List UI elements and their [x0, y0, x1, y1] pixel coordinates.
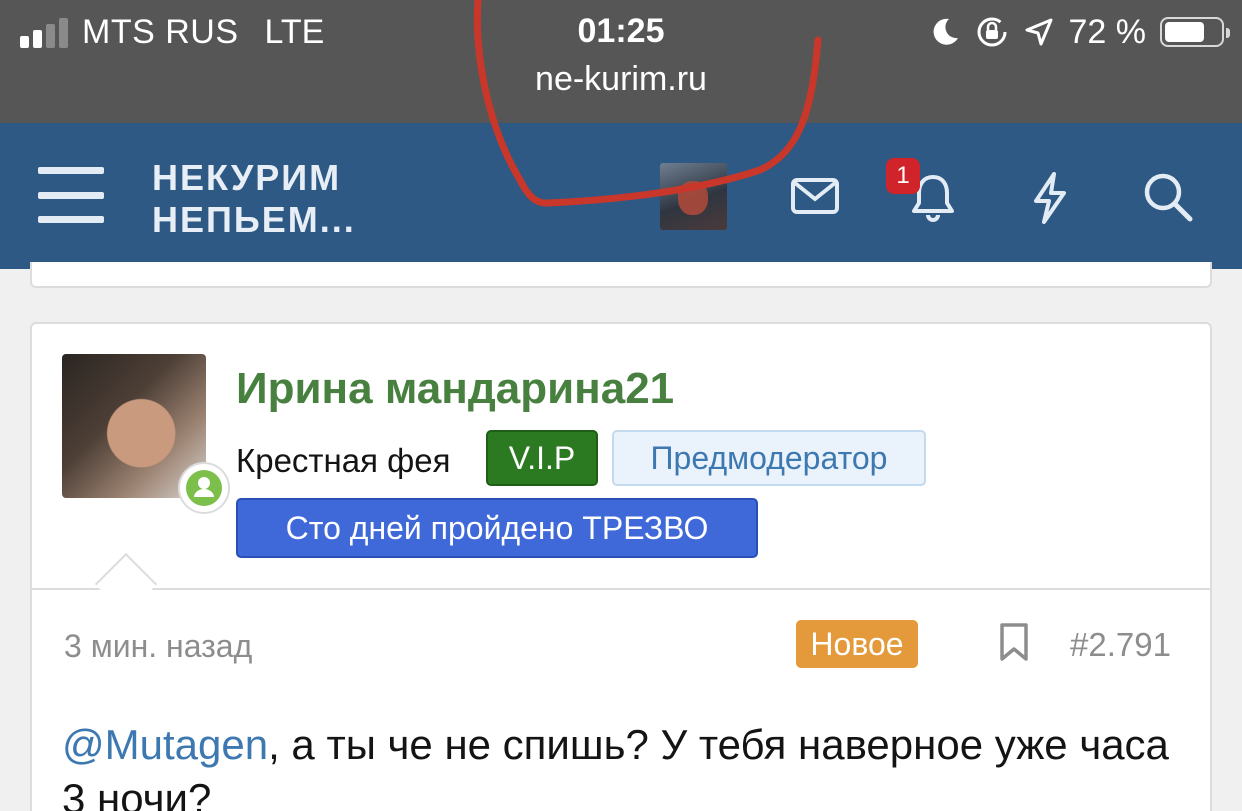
- user-title: Крестная фея: [236, 442, 451, 479]
- user-icon: [186, 470, 222, 506]
- sober-banner: Сто дней пройдено ТРЕЗВО: [236, 498, 758, 558]
- site-header: НЕКУРИМ НЕПЬЕМ...: [0, 123, 1242, 269]
- new-post-badge: Новое: [796, 620, 918, 668]
- hamburger-icon[interactable]: [38, 167, 104, 223]
- search-icon[interactable]: [1142, 171, 1194, 223]
- location-arrow-icon: [1025, 18, 1052, 46]
- moon-icon: [933, 18, 958, 45]
- battery-icon: [1160, 17, 1230, 47]
- address-url[interactable]: ne-kurim.ru: [0, 60, 1242, 99]
- online-status-indicator: [178, 462, 230, 514]
- post-meta: 3 мин. назад Новое #2.791: [32, 590, 1210, 702]
- lightning-icon[interactable]: [1026, 171, 1074, 225]
- vip-banner: V.I.P: [486, 430, 598, 486]
- status-bar: MTS RUS LTE 01:25 ne-kurim.ru 72 %: [0, 0, 1242, 123]
- status-right: 72 %: [929, 12, 1230, 52]
- post-message: @Mutagen, а ты че не спишь? У тебя навер…: [62, 718, 1182, 811]
- account-avatar[interactable]: [660, 163, 727, 230]
- envelope-icon[interactable]: [790, 171, 840, 221]
- logo-line-2: НЕПЬЕМ...: [152, 199, 356, 240]
- previous-post-card: [30, 262, 1212, 288]
- logo-line-1: НЕКУРИМ: [152, 157, 342, 198]
- user-mention-link[interactable]: @Mutagen: [62, 721, 268, 768]
- moderator-banner: Предмодератор: [612, 430, 926, 486]
- post-number-link[interactable]: #2.791: [1070, 626, 1171, 664]
- notification-count-badge[interactable]: 1: [886, 158, 920, 194]
- site-logo[interactable]: НЕКУРИМ НЕПЬЕМ...: [152, 157, 356, 241]
- bookmark-icon[interactable]: [998, 622, 1030, 662]
- post-card: Ирина мандарина21 Крестная фея V.I.P Пре…: [30, 322, 1212, 811]
- post-timestamp[interactable]: 3 мин. назад: [64, 628, 252, 665]
- rotation-lock-icon: [977, 17, 1006, 47]
- post-author-name[interactable]: Ирина мандарина21: [236, 364, 674, 414]
- post-user-block: Ирина мандарина21 Крестная фея V.I.P Пре…: [32, 324, 1210, 590]
- battery-percent: 72 %: [1068, 12, 1147, 51]
